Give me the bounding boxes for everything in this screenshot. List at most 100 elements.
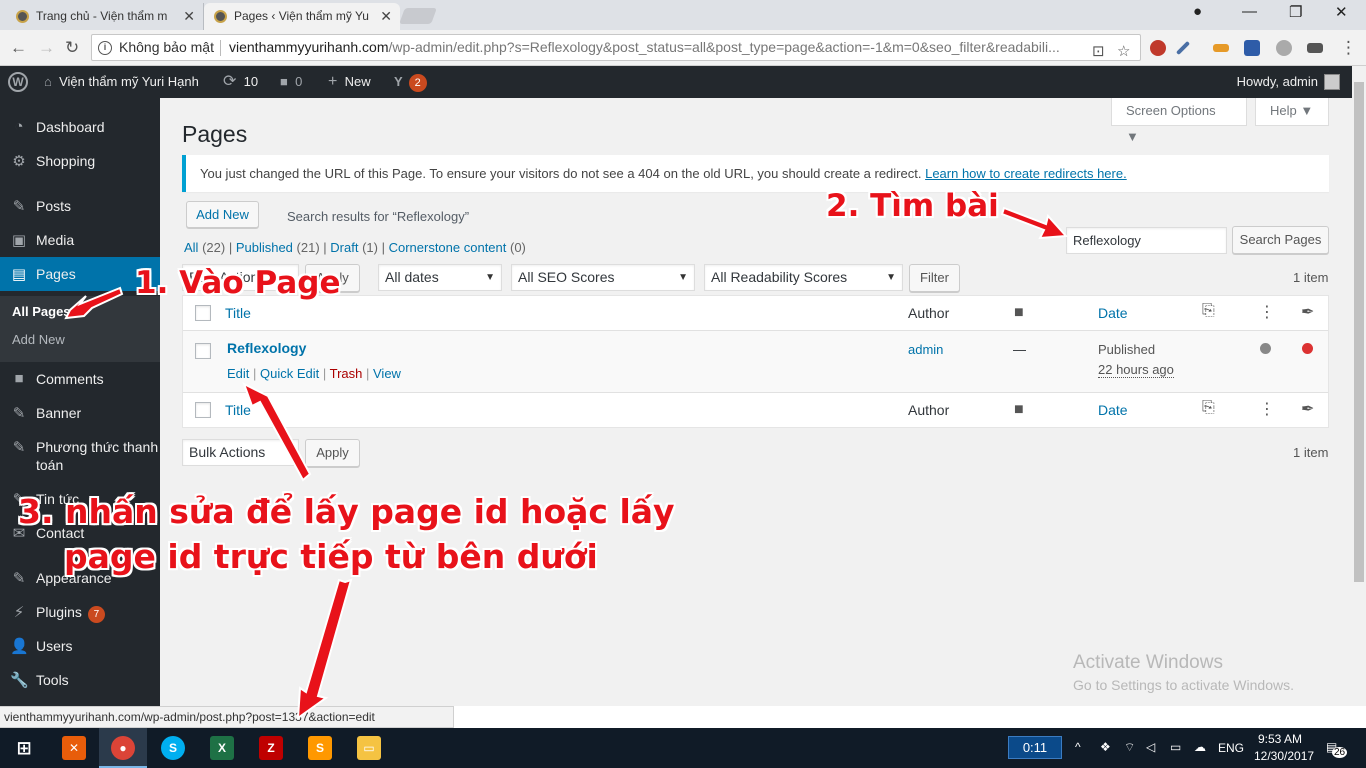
page-scrollbar[interactable] (1352, 66, 1366, 706)
divider (220, 40, 221, 56)
language-indicator[interactable]: ENG (1218, 741, 1244, 755)
url-text[interactable]: vienthammyyurihanh.com/wp-admin/edit.php… (229, 35, 1089, 60)
wp-main-content: Screen Options ▼ Help ▼ Pages You just c… (160, 98, 1352, 706)
seo-score-icon[interactable]: ⋮ (1259, 302, 1275, 322)
skype-icon[interactable]: S (161, 736, 185, 760)
clock-date[interactable]: 12/30/2017 (1254, 749, 1314, 763)
quick-edit-link[interactable]: Quick Edit (260, 366, 319, 381)
translate-icon[interactable]: ⊡ (1092, 39, 1105, 64)
internal-links-icon[interactable]: ⎘ (1202, 399, 1215, 417)
row-author[interactable]: admin (908, 342, 943, 357)
seo-scores-select[interactable]: All SEO Scores ▼ (511, 264, 695, 291)
excel-icon[interactable]: X (210, 736, 234, 760)
seo-score-icon[interactable]: ⋮ (1259, 399, 1275, 419)
row-status: Published (1098, 342, 1156, 357)
bookmark-star-icon[interactable]: ☆ (1117, 39, 1130, 64)
view-link[interactable]: View (373, 366, 401, 381)
profile-icon[interactable]: ● (1193, 3, 1202, 20)
sidebar-item-label: Dashboard (36, 119, 105, 135)
submenu-all-pages[interactable]: All Pages (12, 304, 71, 319)
browser-tab-home[interactable]: Trang chủ - Viện thẩm m ✕ (6, 3, 204, 30)
filter-published[interactable]: Published (236, 240, 293, 255)
column-title[interactable]: Title (225, 305, 251, 321)
avatar[interactable] (1324, 74, 1340, 90)
volume-icon[interactable]: ◁ (1146, 740, 1155, 754)
adminbar-site[interactable]: ⌂ Viện thẩm mỹ Yuri Hạnh (44, 66, 199, 98)
readability-feather-icon[interactable]: ✒ (1301, 302, 1314, 322)
scrollbar-thumb[interactable] (1354, 82, 1364, 582)
address-bar[interactable]: i Không bảo mật vienthammyyurihanh.com/w… (91, 34, 1141, 61)
annotation-step3-line2: page id trực tiếp từ bên dưới (64, 537, 598, 576)
edit-link[interactable]: Edit (227, 366, 249, 381)
filter-cornerstone[interactable]: Cornerstone content (389, 240, 507, 255)
submenu-add-new[interactable]: Add New (12, 332, 65, 347)
close-icon[interactable]: ✕ (380, 3, 392, 29)
notice-link[interactable]: Learn how to create redirects here. (925, 166, 1127, 181)
extension-icon[interactable] (1150, 40, 1166, 56)
sublime-icon[interactable]: S (308, 736, 332, 760)
readability-select[interactable]: All Readability Scores ▼ (704, 264, 903, 291)
xampp-icon[interactable]: ✕ (62, 736, 86, 760)
filter-draft[interactable]: Draft (330, 240, 358, 255)
onedrive-icon[interactable]: ☁ (1194, 740, 1206, 754)
windows-start-icon[interactable]: ⊞ (12, 736, 36, 760)
minimize-icon[interactable]: — (1242, 3, 1257, 20)
clock-time[interactable]: 9:53 AM (1258, 732, 1302, 746)
row-checkbox[interactable] (195, 343, 211, 359)
user-icon: 👤 (10, 638, 29, 655)
readability-feather-icon[interactable]: ✒ (1301, 399, 1314, 419)
close-icon[interactable]: ✕ (183, 3, 195, 29)
page-title-link[interactable]: Reflexology (227, 340, 306, 356)
file-explorer-icon[interactable]: ▭ (357, 736, 381, 760)
reload-icon[interactable]: ↻ (65, 38, 79, 58)
info-icon[interactable]: i (98, 41, 112, 55)
select-value: All dates (385, 269, 439, 285)
select-all-checkbox[interactable] (195, 305, 211, 321)
screen-options-button[interactable]: Screen Options ▼ (1111, 98, 1247, 144)
search-input[interactable]: Reflexology (1066, 227, 1227, 254)
timer-widget[interactable]: 0:11 (1008, 736, 1062, 759)
select-all-checkbox[interactable] (195, 402, 211, 418)
bulk-actions-select-bottom[interactable]: Bulk Actions (182, 439, 299, 466)
battery-icon[interactable]: ▭ (1170, 740, 1181, 754)
wordpress-logo-icon[interactable]: W (8, 72, 28, 92)
search-pages-button[interactable]: Search Pages (1232, 226, 1329, 254)
filezilla-icon[interactable]: Z (259, 736, 283, 760)
extension-icon[interactable] (1276, 40, 1292, 56)
column-title[interactable]: Title (225, 402, 251, 418)
plugin-icon: ⚡ (13, 604, 25, 621)
new-tab-button[interactable] (399, 8, 437, 24)
filter-button[interactable]: Filter (909, 264, 960, 292)
window-close-icon[interactable]: ✕ (1335, 3, 1348, 21)
column-date[interactable]: Date (1098, 402, 1128, 418)
column-date[interactable]: Date (1098, 305, 1128, 321)
back-icon[interactable]: ← (10, 38, 27, 58)
adminbar-yoast[interactable]: Y2 (394, 66, 427, 98)
updates-icon: ⟳ (223, 73, 237, 90)
adminbar-updates[interactable]: ⟳ 10 (223, 66, 258, 98)
internal-links-icon[interactable]: ⎘ (1202, 302, 1215, 320)
adminbar-comments[interactable]: ■ 0 (280, 66, 302, 98)
adminbar-new[interactable]: + New (328, 66, 371, 98)
adminbar-account[interactable]: Howdy, admin (1237, 66, 1318, 98)
help-button[interactable]: Help ▼ (1255, 98, 1329, 126)
extension-icon[interactable] (1244, 40, 1260, 56)
filter-all[interactable]: All (184, 240, 198, 255)
chrome-icon[interactable]: ● (111, 736, 135, 760)
apply-button-bottom[interactable]: Apply (305, 439, 360, 467)
tray-overflow-icon[interactable]: ^ (1075, 740, 1081, 754)
cast-icon[interactable] (1307, 43, 1323, 53)
wifi-icon[interactable]: ⌔ (1124, 740, 1135, 755)
ruler-icon[interactable] (1213, 44, 1229, 52)
menu-kebab-icon[interactable]: ⋮ (1340, 38, 1357, 58)
security-label[interactable]: Không bảo mật (119, 35, 214, 60)
forward-icon[interactable]: → (38, 38, 55, 58)
site-favicon-icon (16, 10, 29, 23)
eyedropper-icon[interactable] (1175, 40, 1191, 56)
browser-tab-pages[interactable]: Pages ‹ Viện thẩm mỹ Yu ✕ (204, 3, 400, 30)
trash-link[interactable]: Trash (330, 366, 363, 381)
dates-select[interactable]: All dates ▼ (378, 264, 502, 291)
dropbox-icon[interactable]: ❖ (1100, 740, 1111, 754)
add-new-page-button[interactable]: Add New (186, 201, 259, 228)
restore-icon[interactable]: ❐ (1289, 3, 1302, 21)
